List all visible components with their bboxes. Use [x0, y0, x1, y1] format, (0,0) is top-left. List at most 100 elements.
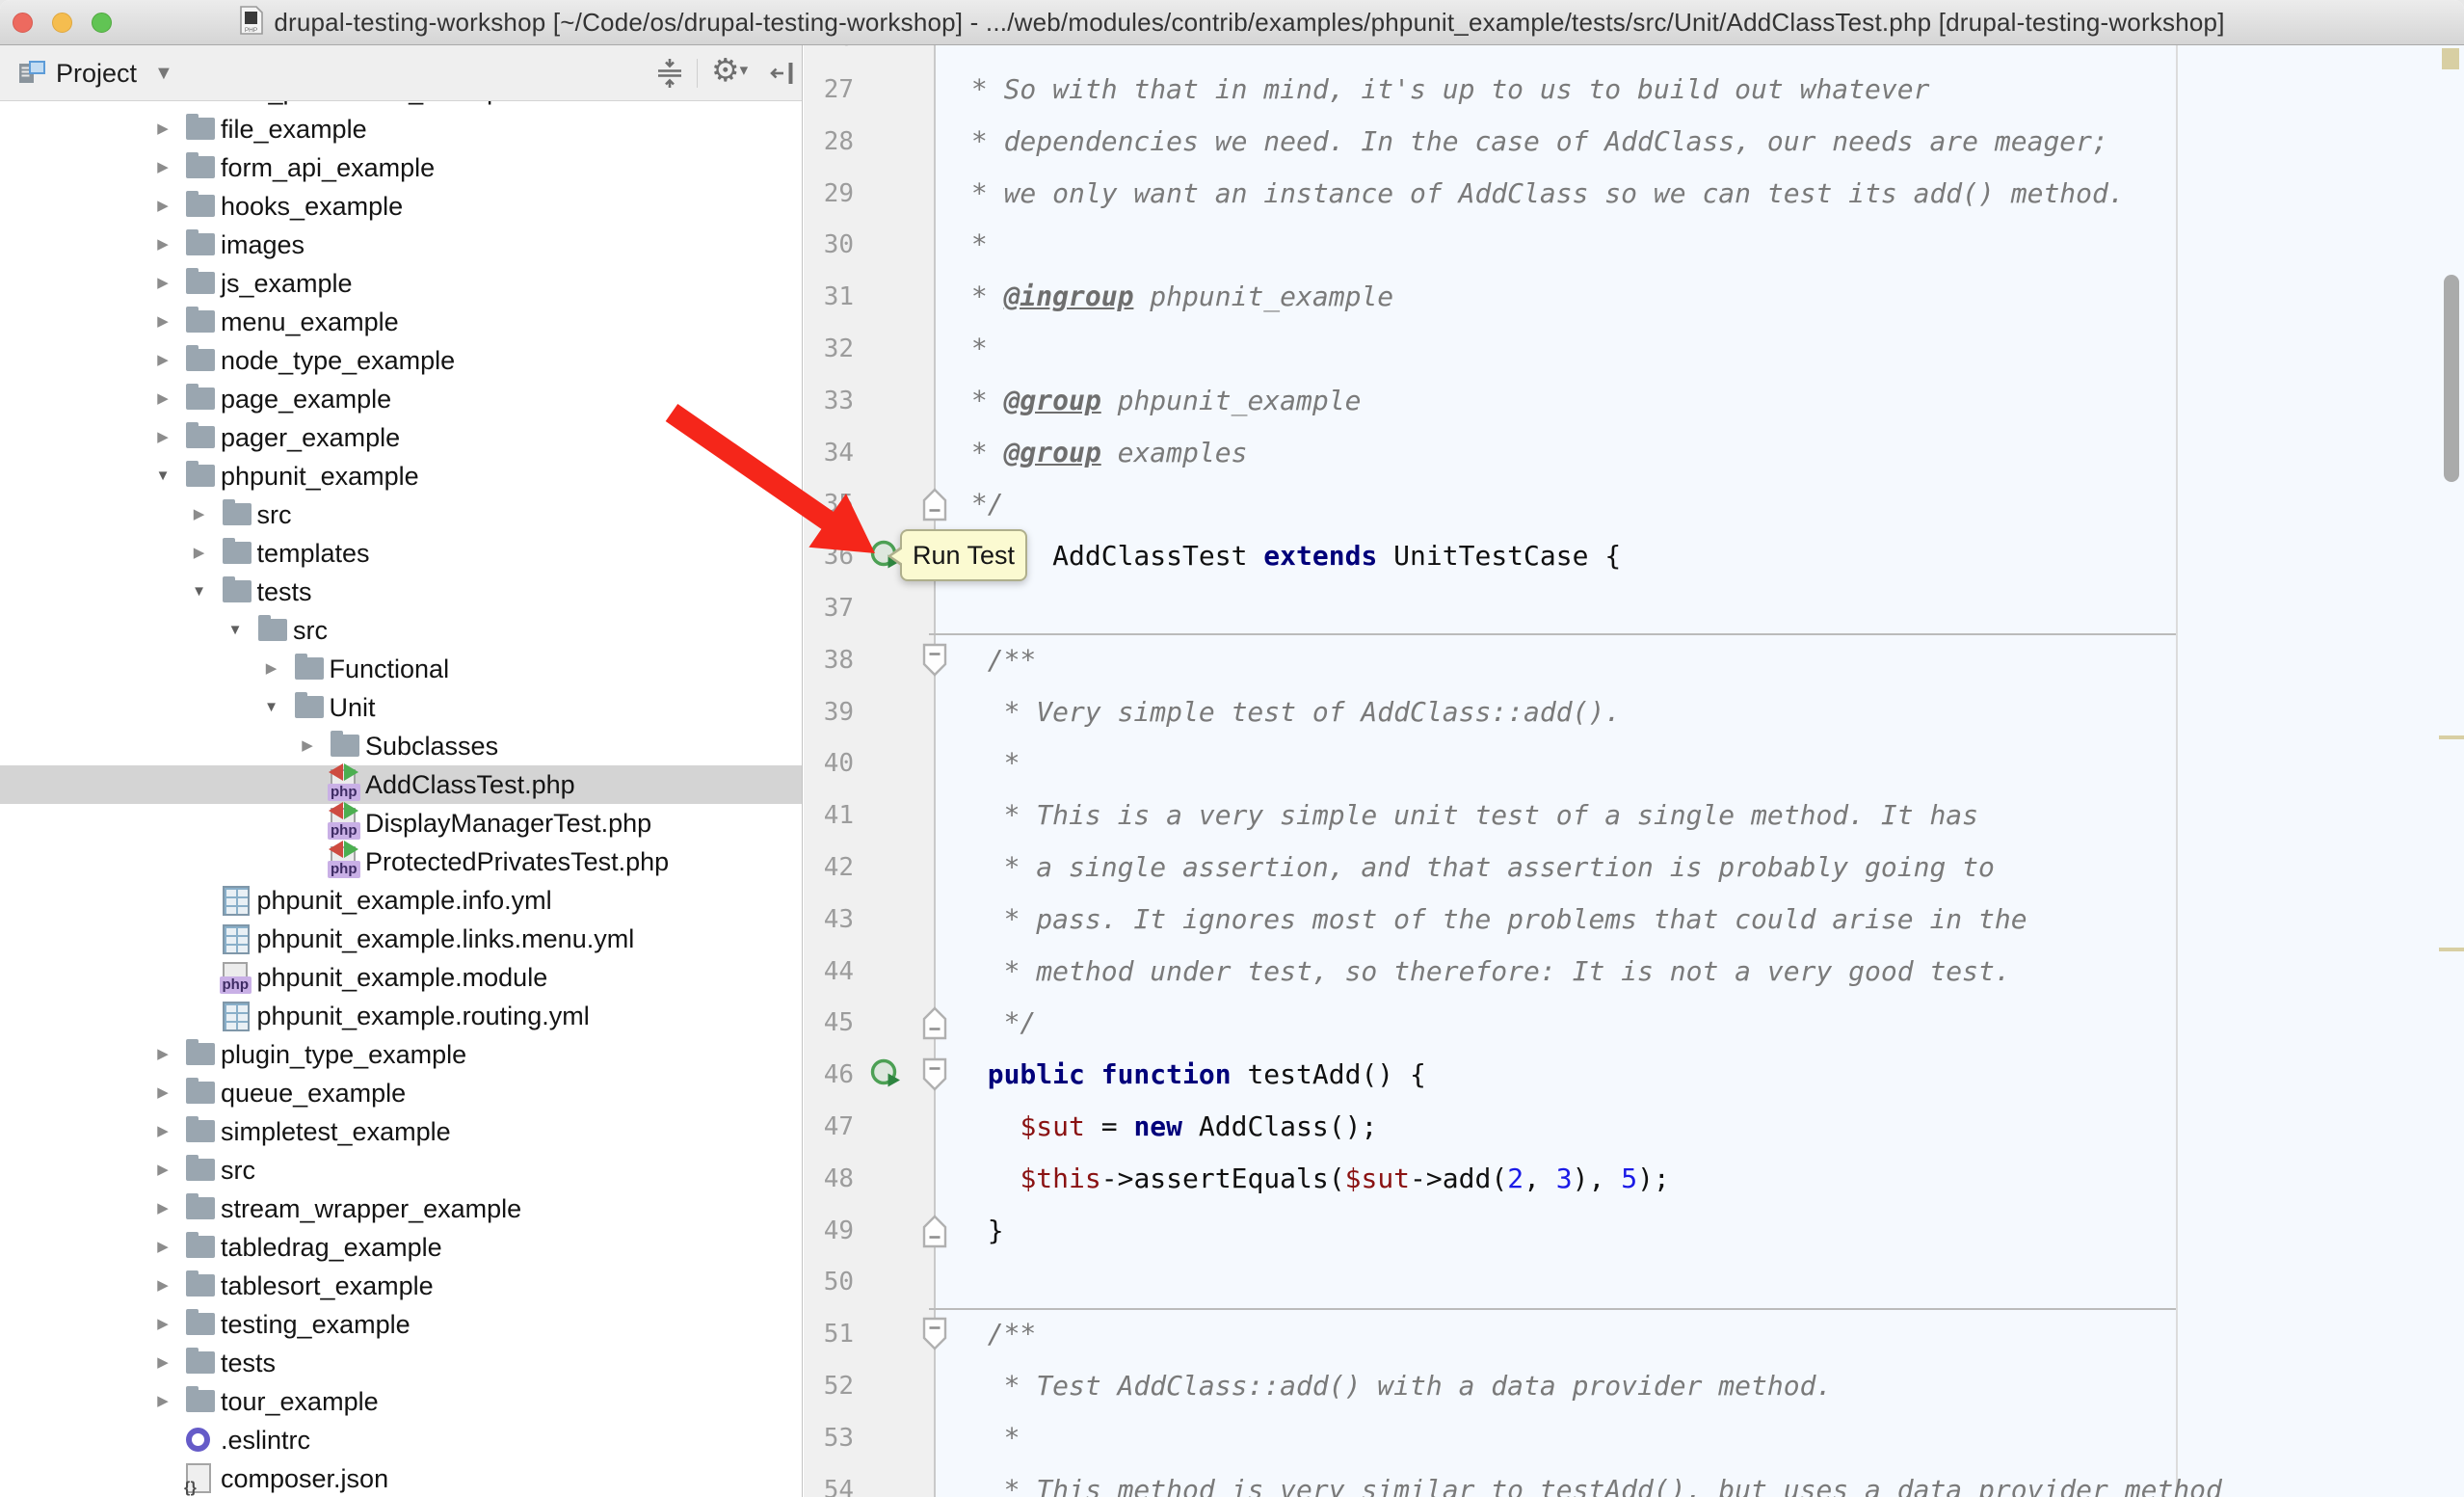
fold-up-icon[interactable]: [922, 1214, 947, 1248]
tree-item-menu_example[interactable]: menu_example: [0, 303, 802, 341]
chevron-down-icon[interactable]: ▼: [154, 45, 173, 101]
chevron-right-icon[interactable]: [150, 341, 175, 380]
tree-item-phpunit_example[interactable]: phpunit_example: [0, 457, 802, 495]
chevron-right-icon[interactable]: [150, 110, 175, 148]
folder-icon: [186, 1351, 215, 1374]
line-number: 53: [804, 1412, 854, 1464]
tree-item-plugin_type_example[interactable]: plugin_type_example: [0, 1035, 802, 1074]
chevron-down-icon[interactable]: [150, 457, 175, 495]
hide-panel-button[interactable]: [767, 57, 800, 94]
svg-text:PHP: PHP: [245, 27, 257, 34]
chevron-right-icon[interactable]: [150, 418, 175, 457]
tree-item-src[interactable]: src: [0, 495, 802, 534]
fold-up-icon[interactable]: [922, 1005, 947, 1040]
folder-icon: [186, 1159, 215, 1181]
chevron-right-icon[interactable]: [150, 1344, 175, 1382]
tree-item-composer.json[interactable]: composer.json: [0, 1459, 802, 1497]
chevron-right-icon[interactable]: [150, 1190, 175, 1228]
tree-item-stream_wrapper_example[interactable]: stream_wrapper_example: [0, 1190, 802, 1228]
project-panel-title[interactable]: Project: [56, 45, 137, 101]
minimize-window-button[interactable]: [52, 13, 72, 33]
tree-item-Subclasses[interactable]: Subclasses: [0, 727, 802, 765]
code-token: extends: [1263, 540, 1377, 572]
chevron-right-icon[interactable]: [259, 650, 284, 688]
tree-item-simpletest_example[interactable]: simpletest_example: [0, 1112, 802, 1151]
fold-up-icon[interactable]: [922, 487, 947, 521]
folder-icon: [186, 465, 215, 487]
code-token: $sut: [1345, 1163, 1410, 1194]
chevron-right-icon[interactable]: [150, 1151, 175, 1190]
tree-item-ProtectedPrivatesTest.php[interactable]: phpProtectedPrivatesTest.php: [0, 842, 802, 881]
chevron-right-icon[interactable]: [295, 727, 320, 765]
tree-item-Unit[interactable]: Unit: [0, 688, 802, 727]
tree-item-tabledrag_example[interactable]: tabledrag_example: [0, 1228, 802, 1267]
test-arrows-icon: [329, 841, 343, 858]
tree-item-file_example[interactable]: file_example: [0, 110, 802, 148]
code-token: @group: [1004, 385, 1101, 416]
tree-item-hooks_example[interactable]: hooks_example: [0, 187, 802, 226]
chevron-right-icon[interactable]: [187, 495, 212, 534]
folder-icon: [186, 1082, 215, 1104]
chevron-right-icon[interactable]: [150, 187, 175, 226]
code-text: AddClassTest extends UnitTestCase {: [955, 530, 1621, 582]
chevron-right-icon[interactable]: [150, 226, 175, 264]
tree-item-tests[interactable]: tests: [0, 573, 802, 611]
chevron-right-icon[interactable]: [150, 1074, 175, 1112]
fold-down-icon[interactable]: [922, 643, 947, 678]
tree-item-src[interactable]: src: [0, 1151, 802, 1190]
tree-item-phpunit_example.info.yml[interactable]: phpunit_example.info.yml: [0, 881, 802, 920]
close-window-button[interactable]: [13, 13, 33, 33]
error-stripe-mark[interactable]: [2439, 948, 2464, 951]
chevron-right-icon[interactable]: [150, 264, 175, 303]
tree-item-page_example[interactable]: page_example: [0, 380, 802, 418]
tree-item-js_example[interactable]: js_example: [0, 264, 802, 303]
chevron-right-icon[interactable]: [150, 1382, 175, 1421]
tree-item-tour_example[interactable]: tour_example: [0, 1382, 802, 1421]
vertical-scrollbar[interactable]: [2444, 275, 2459, 482]
chevron-right-icon[interactable]: [150, 148, 175, 187]
chevron-right-icon[interactable]: [150, 1305, 175, 1344]
tree-item-phpunit_example.module[interactable]: phpphpunit_example.module: [0, 958, 802, 997]
tree-item-images[interactable]: images: [0, 226, 802, 264]
tree-item-.eslintrc[interactable]: .eslintrc: [0, 1421, 802, 1459]
tree-item-tests[interactable]: tests: [0, 1344, 802, 1382]
folder-icon: [331, 735, 359, 757]
tree-item-Functional[interactable]: Functional: [0, 650, 802, 688]
tree-item-testing_example[interactable]: testing_example: [0, 1305, 802, 1344]
line-number: 28: [804, 116, 854, 168]
collapse-all-button[interactable]: [653, 57, 686, 94]
tree-item-queue_example[interactable]: queue_example: [0, 1074, 802, 1112]
chevron-down-icon[interactable]: [259, 688, 284, 727]
tree-item-phpunit_example.routing.yml[interactable]: phpunit_example.routing.yml: [0, 997, 802, 1035]
tree-item-phpunit_example.links.menu.yml[interactable]: phpunit_example.links.menu.yml: [0, 920, 802, 958]
tree-item-node_type_example[interactable]: node_type_example: [0, 341, 802, 380]
chevron-right-icon[interactable]: [150, 1267, 175, 1305]
fold-down-icon[interactable]: [922, 1057, 947, 1092]
code-token: ,: [1523, 1163, 1556, 1194]
project-tree: field_permission_examplefile_exampleform…: [0, 45, 802, 1497]
settings-gear-button[interactable]: ⚙▾: [711, 54, 748, 87]
chevron-down-icon[interactable]: [223, 611, 248, 650]
tree-item-pager_example[interactable]: pager_example: [0, 418, 802, 457]
code-line: 52 * Test AddClass::add() with a data pr…: [804, 1360, 2464, 1412]
error-stripe-mark[interactable]: [2439, 735, 2464, 739]
chevron-right-icon[interactable]: [150, 1112, 175, 1151]
chevron-down-icon[interactable]: [187, 573, 212, 611]
zoom-window-button[interactable]: [92, 13, 112, 33]
chevron-right-icon[interactable]: [187, 534, 212, 573]
chevron-right-icon[interactable]: [150, 1035, 175, 1074]
tree-item-DisplayManagerTest.php[interactable]: phpDisplayManagerTest.php: [0, 804, 802, 842]
tree-item-src[interactable]: src: [0, 611, 802, 650]
fold-down-icon[interactable]: [922, 1317, 947, 1351]
chevron-right-icon[interactable]: [150, 380, 175, 418]
run-test-icon[interactable]: [869, 1057, 904, 1092]
code-editor[interactable]: 2627 * So with that in mind, it's up to …: [804, 45, 2464, 1497]
tree-item-form_api_example[interactable]: form_api_example: [0, 148, 802, 187]
chevron-right-icon[interactable]: [150, 1228, 175, 1267]
chevron-right-icon[interactable]: [150, 303, 175, 341]
code-line: 38 /**: [804, 634, 2464, 686]
tree-item-tablesort_example[interactable]: tablesort_example: [0, 1267, 802, 1305]
error-stripe-mark[interactable]: [2442, 48, 2459, 69]
tree-item-templates[interactable]: templates: [0, 534, 802, 573]
tree-item-AddClassTest.php[interactable]: phpAddClassTest.php: [0, 765, 802, 804]
